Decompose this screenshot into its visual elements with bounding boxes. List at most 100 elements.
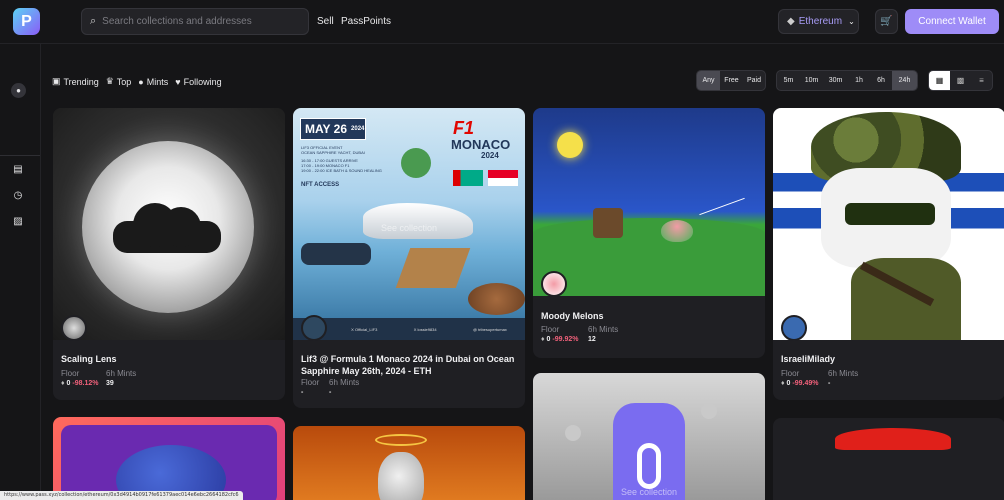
floor-value: ♦ 0 -98.12% — [61, 380, 98, 387]
cloud-shape — [113, 203, 221, 253]
collection-card[interactable] — [53, 417, 285, 500]
top-bar: P ⌕ Sell PassPoints ◆ Ethereum ⌄ 🛒 Conne… — [0, 0, 1004, 44]
list-view-icon[interactable]: ≡ — [971, 71, 992, 90]
large-grid-icon[interactable]: ▦ — [929, 71, 950, 90]
search-box[interactable]: ⌕ — [81, 8, 309, 35]
eth-icon: ♦ — [781, 380, 785, 387]
connect-wallet-button[interactable]: Connect Wallet — [905, 9, 999, 34]
mints-value: 12 — [588, 336, 596, 343]
cart-button[interactable]: 🛒 — [875, 9, 898, 34]
time-30m[interactable]: 30m — [823, 71, 848, 90]
tab-label: Following — [183, 76, 222, 87]
sunglasses — [845, 203, 935, 225]
collection-image — [773, 108, 1004, 340]
race-car — [301, 243, 371, 265]
ice-bath — [468, 283, 525, 315]
chain-selector[interactable]: ◆ Ethereum ⌄ — [778, 9, 859, 34]
small-grid-icon[interactable]: ▩ — [950, 71, 971, 90]
collection-image — [53, 108, 285, 340]
dot-icon: ● — [138, 76, 144, 87]
tab-label: Mints — [146, 76, 169, 87]
nav-passpoints[interactable]: PassPoints — [341, 16, 391, 27]
heart-icon: ♥ — [175, 76, 181, 87]
chevron-down-icon: ⌄ — [848, 17, 855, 26]
collection-avatar — [301, 315, 327, 341]
floor-price: 0 — [66, 380, 71, 387]
collection-image — [835, 428, 951, 450]
tab-mints[interactable]: ● Mints — [138, 76, 168, 87]
floor-value: ♦ 0 -99.92% — [541, 336, 578, 343]
collection-card[interactable]: Scaling Lens Floor 6h Mints ♦ 0 -98.12% … — [53, 108, 285, 400]
mints-value: 39 — [106, 380, 114, 387]
tab-trending[interactable]: ▣ Trending — [52, 76, 99, 87]
collection-image — [533, 108, 765, 296]
tab-label: Trending — [63, 76, 99, 87]
time-5m[interactable]: 5m — [777, 71, 800, 90]
floor-price: 0 — [546, 336, 551, 343]
hill — [533, 218, 765, 296]
shooting-star — [699, 197, 745, 216]
ethereum-icon: ◆ — [787, 16, 795, 27]
yacht — [363, 203, 473, 239]
tab-following[interactable]: ♥ Following — [175, 76, 221, 87]
trophy-icon: ♛ — [105, 76, 114, 86]
melon-character — [661, 220, 693, 242]
collection-name: Lif3 @ Formula 1 Monaco 2024 in Dubai on… — [301, 354, 515, 376]
eth-icon: ♦ — [541, 336, 545, 343]
floor-price: 0 — [786, 380, 791, 387]
f1-logo: F1 — [453, 118, 475, 138]
see-collection-label[interactable]: See collection — [533, 487, 765, 497]
poster-brand-year: 2024 — [481, 151, 499, 160]
tree-stump — [593, 208, 623, 238]
halo — [375, 434, 427, 446]
time-1h[interactable]: 1h — [848, 71, 870, 90]
sidebar: ● ▤ ◷ ▨ — [0, 44, 41, 500]
logo-icon[interactable]: P — [13, 8, 40, 35]
floor-label: Floor — [301, 378, 320, 387]
floor-label: Floor — [541, 325, 560, 334]
price-free[interactable]: Free — [720, 71, 743, 90]
price-filter: Any Free Paid — [696, 70, 766, 91]
floor-value: ♦ 0 -99.49% — [781, 380, 818, 387]
collection-avatar — [61, 315, 87, 341]
orb — [701, 403, 717, 419]
user-icon[interactable]: ● — [11, 83, 26, 98]
collection-card[interactable]: IsraeliMilady Floor 6h Mints ♦ 0 -99.49%… — [773, 108, 1004, 400]
floor-label: Floor — [61, 369, 80, 378]
poster-details: LIF3 OFFICIAL EVENT OCEAN SAPPHIRE YACHT… — [301, 145, 382, 188]
pepe-character — [401, 148, 431, 178]
see-collection-label[interactable]: See collection — [293, 223, 525, 233]
time-6h[interactable]: 6h — [870, 71, 892, 90]
mints-value: - — [828, 380, 831, 387]
collection-image — [61, 425, 277, 500]
cart-icon: 🛒 — [880, 16, 893, 27]
id-card-icon[interactable]: ▤ — [11, 162, 25, 176]
tab-top[interactable]: ♛ Top — [106, 76, 132, 87]
image-icon[interactable]: ▨ — [11, 214, 25, 228]
clock-icon[interactable]: ◷ — [11, 188, 25, 202]
collection-card[interactable] — [293, 426, 525, 500]
collection-image — [613, 403, 685, 500]
eth-icon: ♦ — [61, 380, 65, 387]
time-10m[interactable]: 10m — [800, 71, 823, 90]
orb — [565, 425, 581, 441]
search-icon: ⌕ — [90, 15, 97, 27]
rock-figure — [378, 452, 424, 500]
collection-card[interactable]: Moody Melons Floor 6h Mints ♦ 0 -99.92% … — [533, 108, 765, 358]
collection-name: IsraeliMilady — [781, 354, 836, 364]
time-24h[interactable]: 24h — [892, 71, 917, 90]
mints-label: 6h Mints — [588, 325, 619, 334]
mints-label: 6h Mints — [106, 369, 137, 378]
nav-sell[interactable]: Sell — [317, 16, 334, 27]
collection-card[interactable]: See collection — [533, 373, 765, 500]
price-any[interactable]: Any — [697, 71, 720, 90]
feed-tabs: ▣ Trending ♛ Top ● Mints ♥ Following — [52, 76, 222, 87]
time-filter: 5m 10m 30m 1h 6h 24h — [776, 70, 918, 91]
link-preview-status: https://www.pass.xyz/collection/ethereum… — [0, 491, 243, 500]
collection-card[interactable] — [773, 418, 1004, 500]
collection-avatar — [781, 315, 807, 341]
search-input[interactable] — [102, 16, 293, 27]
collection-name: Scaling Lens — [61, 354, 117, 364]
price-paid[interactable]: Paid — [743, 71, 765, 90]
collection-card[interactable]: MAY 26 2024 LIF3 OFFICIAL EVENT OCEAN SAP… — [293, 108, 525, 408]
